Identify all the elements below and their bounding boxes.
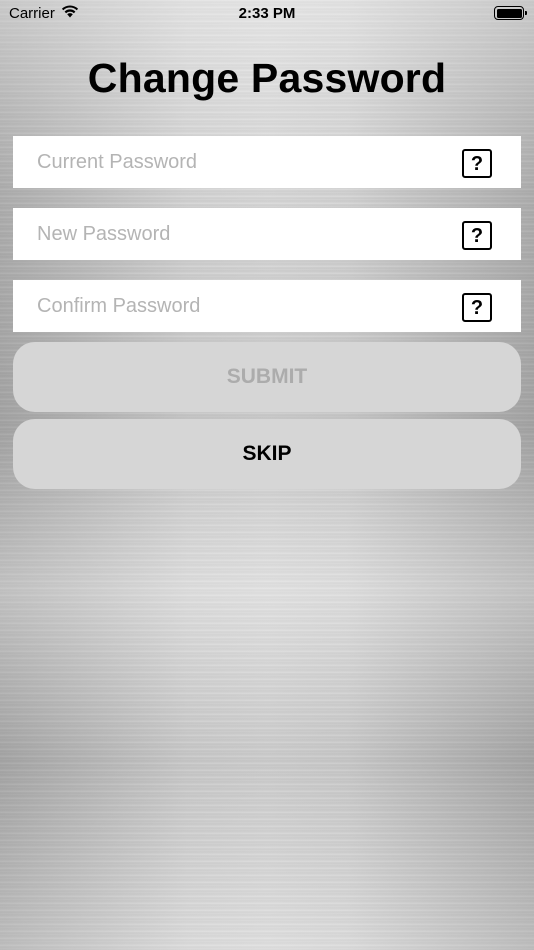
help-icon[interactable]: ?: [462, 293, 492, 322]
help-icon[interactable]: ?: [462, 221, 492, 250]
status-time: 2:33 PM: [238, 5, 296, 22]
battery-icon: [494, 6, 527, 20]
page-title: Change Password: [87, 55, 447, 101]
new-password-input[interactable]: [13, 208, 443, 260]
new-password-field[interactable]: ?: [13, 208, 521, 260]
current-password-field[interactable]: ?: [13, 136, 521, 188]
confirm-password-field[interactable]: ?: [13, 280, 521, 332]
current-password-input[interactable]: [13, 136, 443, 188]
help-icon[interactable]: ?: [462, 149, 492, 178]
confirm-password-input[interactable]: [13, 280, 443, 332]
submit-button[interactable]: SUBMIT: [13, 342, 521, 412]
battery-fill: [496, 8, 522, 18]
skip-button[interactable]: SKIP: [13, 419, 521, 489]
status-bar: Carrier 2:33 PM: [0, 0, 534, 28]
